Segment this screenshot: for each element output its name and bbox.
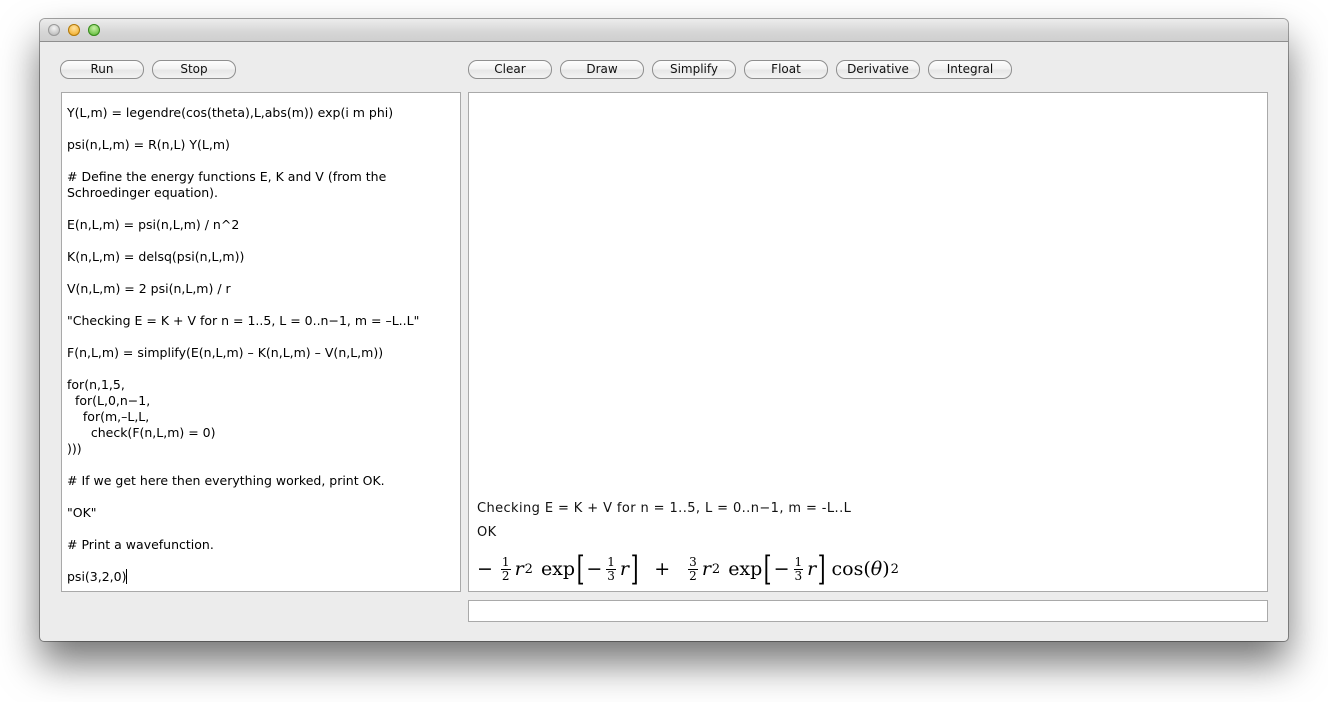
math-left-bracket: [ — [763, 549, 772, 589]
math-variable-r: r — [619, 558, 629, 580]
math-variable-r: r — [514, 558, 524, 580]
math-exponent: 2 — [890, 561, 899, 577]
float-button[interactable]: Float — [744, 60, 828, 79]
draw-button[interactable]: Draw — [560, 60, 644, 79]
fraction-denominator: 2 — [689, 568, 697, 583]
close-window-button[interactable] — [48, 24, 60, 36]
math-fraction: 3 2 — [688, 554, 698, 583]
simplify-button[interactable]: Simplify — [652, 60, 736, 79]
math-right-bracket: ] — [630, 549, 639, 589]
zoom-window-button[interactable] — [88, 24, 100, 36]
math-theta: θ — [870, 558, 883, 580]
script-text[interactable]: R(n,L) = r^L exp(-r/n) laguerre(2r/n,n-L… — [67, 93, 456, 585]
math-exp-function: exp — [728, 558, 763, 580]
command-input[interactable] — [468, 600, 1268, 622]
fraction-denominator: 2 — [501, 568, 510, 583]
math-fraction: 1 3 — [793, 554, 804, 583]
math-fraction: 1 2 — [500, 554, 511, 583]
minimize-window-button[interactable] — [68, 24, 80, 36]
math-inner-minus: − — [773, 558, 790, 580]
derivative-button[interactable]: Derivative — [836, 60, 920, 79]
math-exponent: 2 — [524, 561, 533, 577]
clear-button[interactable]: Clear — [468, 60, 552, 79]
math-cos-function: cos( — [831, 558, 871, 580]
math-inner-minus: − — [586, 558, 603, 580]
output-math-result: − 1 2 r2 exp [ − 1 3 r ] + 3 2 r2 exp [… — [477, 547, 899, 591]
output-panel: Checking E = K + V for n = 1..5, L = 0..… — [468, 92, 1268, 592]
fraction-denominator: 3 — [794, 568, 803, 583]
fraction-numerator: 3 — [688, 554, 698, 570]
math-plus-sign: + — [654, 558, 671, 580]
math-right-bracket: ] — [817, 549, 826, 589]
app-window: Run Stop Clear Draw Simplify Float Deriv… — [40, 19, 1288, 641]
math-minus-sign: − — [477, 558, 493, 580]
math-exp-function: exp — [540, 558, 576, 580]
text-caret — [126, 569, 128, 584]
output-line-checking: Checking E = K + V for n = 1..5, L = 0..… — [477, 501, 852, 516]
math-close-paren: ) — [882, 558, 890, 580]
fraction-numerator: 1 — [606, 554, 616, 570]
math-variable-r: r — [807, 558, 817, 580]
math-variable-r: r — [701, 558, 711, 580]
math-exponent: 2 — [711, 561, 721, 577]
fraction-denominator: 3 — [607, 568, 615, 583]
integral-button[interactable]: Integral — [928, 60, 1012, 79]
math-left-bracket: [ — [576, 549, 585, 589]
stop-button[interactable]: Stop — [152, 60, 236, 79]
script-editor[interactable]: R(n,L) = r^L exp(-r/n) laguerre(2r/n,n-L… — [61, 92, 461, 592]
script-lines: R(n,L) = r^L exp(-r/n) laguerre(2r/n,n-L… — [67, 105, 420, 552]
fraction-numerator: 1 — [500, 554, 511, 570]
output-line-ok: OK — [477, 525, 497, 540]
fraction-numerator: 1 — [793, 554, 804, 570]
math-fraction: 1 3 — [606, 554, 616, 583]
title-bar[interactable] — [40, 19, 1288, 42]
run-button[interactable]: Run — [60, 60, 144, 79]
script-last-line: psi(3,2,0) — [67, 569, 127, 584]
